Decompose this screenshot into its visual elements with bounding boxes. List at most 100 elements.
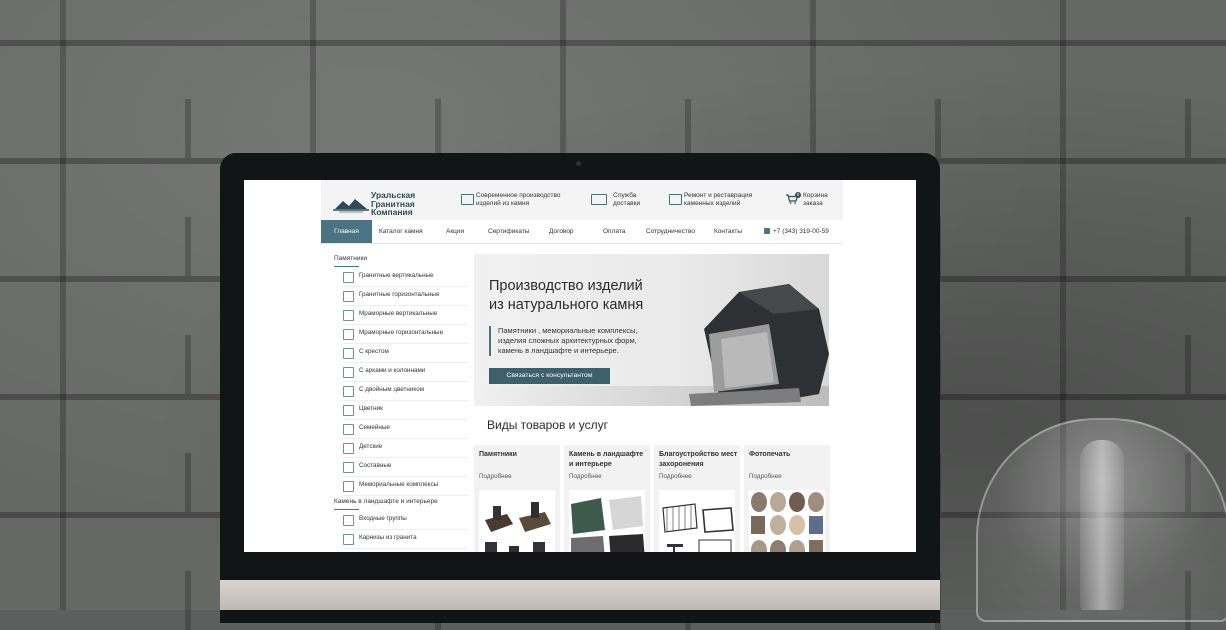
sidebar-item[interactable]: Карнизы из гранита (343, 530, 468, 549)
category-card-burial[interactable]: Благоустройство мест захоронения Подробн… (654, 445, 740, 552)
monument-icon (343, 310, 354, 321)
sidebar-item[interactable]: Составные (343, 458, 468, 477)
photo-portraits-image (749, 490, 825, 552)
cart-count-badge: 0 (795, 192, 801, 198)
sidebar-item-label: Мраморные горизонтальные (359, 329, 444, 336)
logo[interactable]: Уральская Гранитная Компания (333, 189, 429, 217)
hero-title-line: из натурального камня (489, 297, 644, 313)
main-nav: Главная Каталог камня Акции Сертификаты … (321, 220, 843, 244)
section-underline (334, 266, 359, 267)
hero-text: Памятники , мемориальные комплексы, изде… (498, 326, 688, 356)
sidebar-item[interactable]: Мемориальные комплексы (343, 477, 468, 496)
nav-item-contacts[interactable]: Контакты (714, 220, 742, 243)
cross-icon (343, 348, 354, 359)
monitor-screen: Уральская Гранитная Компания Современное… (244, 180, 916, 552)
sidebar-item-label: С арками и колоннами (359, 367, 426, 374)
sidebar-item-label: Составные (359, 462, 392, 469)
granite-logo-icon (333, 199, 369, 213)
feature-line: Служба (613, 192, 637, 199)
nav-item-cooperation[interactable]: Сотрудничество (646, 220, 695, 243)
hero-text-line: изделия сложных архитектурных форм, (498, 336, 637, 345)
category-card-monuments[interactable]: Памятники Подробнее (474, 445, 560, 552)
category-card-photoprint[interactable]: Фотопечать Подробнее (744, 445, 830, 552)
sidebar-item[interactable]: Детские (343, 439, 468, 458)
sidebar-section-monuments[interactable]: Памятники (334, 255, 367, 267)
sidebar-section-label: Памятники (334, 255, 367, 262)
feature-line: Современное производство (476, 192, 561, 199)
sidebar-item-label: С крестом (359, 348, 389, 355)
fences-image (659, 490, 735, 552)
card-more-link[interactable]: Подробнее (569, 473, 602, 480)
sidebar-item[interactable]: С двойным цветником (343, 382, 468, 401)
hero-banner: Производство изделий из натурального кам… (474, 254, 829, 406)
sidebar-section-label: Камень в ландшафте и интерьере (334, 498, 438, 505)
sidebar-item-label: Мраморные вертикальные (359, 310, 438, 317)
sidebar-item[interactable]: Мраморные горизонтальные (343, 325, 468, 344)
hero-accent-bar (489, 326, 491, 356)
card-title: Фотопечать (749, 451, 791, 458)
card-more-link[interactable]: Подробнее (479, 473, 512, 480)
hero-title-line: Производство изделий (489, 278, 643, 294)
granite-rock-image (689, 284, 829, 406)
sidebar-item[interactable]: С арками и колоннами (343, 363, 468, 382)
logo-text: Уральская Гранитная Компания (371, 191, 415, 217)
monument-icon (343, 443, 354, 454)
entrance-icon (343, 515, 354, 526)
card-more-link[interactable]: Подробнее (749, 473, 782, 480)
monument-icon (343, 462, 354, 473)
card-title: Камень в ландшафте и интерьере (569, 451, 644, 468)
logo-line: Компания (371, 207, 413, 217)
flowerbed-icon (343, 405, 354, 416)
phone-icon (764, 228, 770, 234)
sidebar-item[interactable]: Семейные (343, 420, 468, 439)
section-underline (334, 509, 359, 510)
sidebar-item-label: Карнизы из гранита (359, 534, 417, 541)
card-title: Памятники (479, 451, 517, 458)
sidebar-item[interactable]: Мраморные вертикальные (343, 306, 468, 325)
monument-icon (343, 424, 354, 435)
truck-icon (591, 194, 607, 205)
monument-icon (343, 329, 354, 340)
cart-label: Корзина (803, 192, 828, 199)
card-title: Благоустройство мест захоронения (659, 451, 738, 468)
section-title: Виды товаров и услуг (487, 418, 608, 432)
sidebar-item-label: Входные группы (359, 515, 407, 522)
webcam-icon (576, 161, 581, 166)
category-card-landscape[interactable]: Камень в ландшафте и интерьере Подробнее (564, 445, 650, 552)
feature-line: Ремонт и реставрация (684, 192, 753, 199)
cart-label: заказа (803, 200, 823, 207)
monitor-chin (220, 580, 940, 610)
sidebar-item-label: Семейные (359, 424, 390, 431)
repair-icon (669, 194, 682, 205)
arch-icon (343, 367, 354, 378)
sidebar-item[interactable]: Гранитные горизонтальные (343, 287, 468, 306)
nav-item-catalog[interactable]: Каталог камня (379, 220, 423, 243)
card-more-link[interactable]: Подробнее (659, 473, 692, 480)
nav-item-certificates[interactable]: Сертификаты (488, 220, 529, 243)
sidebar-item-label: Детские (359, 443, 383, 450)
sidebar-item[interactable]: Входные группы (343, 511, 468, 530)
hero-title: Производство изделий из натурального кам… (489, 277, 643, 315)
glass-stem (1080, 440, 1124, 610)
nav-item-contract[interactable]: Договор (549, 220, 574, 243)
hero-text-line: Памятники , мемориальные комплексы, (498, 326, 638, 335)
flowerbed-icon (343, 386, 354, 397)
feature-line: каменных изделий (684, 200, 741, 207)
monument-icon (343, 272, 354, 283)
sidebar-item-label: С двойным цветником (359, 386, 425, 393)
nav-item-promotions[interactable]: Акции (446, 220, 464, 243)
website: Уральская Гранитная Компания Современное… (321, 180, 843, 552)
phone-number[interactable]: +7 (343) 319-00-59 (773, 220, 829, 243)
monument-icon (343, 291, 354, 302)
monuments-image (479, 490, 555, 552)
sidebar-item-label: Цветник (359, 405, 383, 412)
sidebar-section-landscape[interactable]: Камень в ландшафте и интерьере (334, 498, 438, 510)
nav-item-home[interactable]: Главная (321, 220, 372, 243)
sidebar-item-label: Мемориальные комплексы (359, 481, 439, 488)
sidebar-item[interactable]: С крестом (343, 344, 468, 363)
sidebar-item[interactable]: Цветник (343, 401, 468, 420)
sidebar-item[interactable]: Гранитные вертикальные (343, 268, 468, 287)
nav-item-payment[interactable]: Оплата (603, 220, 625, 243)
feature-line: изделий из камня (476, 200, 530, 207)
contact-consultant-button[interactable]: Связаться с консультантом (489, 368, 610, 384)
